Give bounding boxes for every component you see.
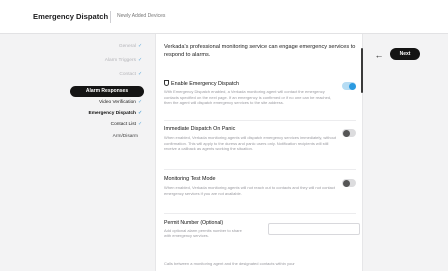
- top-bar: Emergency Dispatch Newly Added Devices: [0, 0, 448, 34]
- back-arrow-icon[interactable]: ←: [372, 48, 386, 62]
- sidebar-item-contact[interactable]: Contact ✓: [119, 72, 142, 77]
- test-mode-toggle[interactable]: [342, 179, 356, 187]
- intro-text: Verkada's professional monitoring servic…: [164, 44, 356, 58]
- sidebar-item-contact-list[interactable]: Contact List ✓: [111, 122, 142, 127]
- sidebar-item-alarm-triggers[interactable]: Alarm Triggers ✓: [105, 58, 142, 63]
- immediate-dispatch-description: When enabled, Verkada monitoring agents …: [164, 135, 337, 152]
- emergency-dispatch-panel: Verkada's professional monitoring servic…: [155, 34, 363, 271]
- enable-dispatch-description: With Emergency Dispatch enabled, a Verka…: [164, 89, 332, 106]
- sidebar-item-alarm-responses[interactable]: Alarm Responses: [70, 86, 144, 97]
- shield-icon: [164, 80, 169, 86]
- enable-dispatch-toggle[interactable]: [342, 82, 356, 90]
- next-button[interactable]: Next: [390, 48, 420, 60]
- check-icon: ✓: [137, 100, 142, 105]
- enable-dispatch-title: Enable Emergency Dispatch: [164, 80, 239, 87]
- immediate-dispatch-title: Immediate Dispatch On Panic: [164, 126, 236, 132]
- test-mode-title: Monitoring Test Mode: [164, 176, 216, 182]
- check-icon: ✓: [137, 111, 142, 116]
- sidebar-item-arm-disarm[interactable]: Arm/Disarm: [113, 134, 138, 139]
- toggle-knob: [348, 82, 356, 90]
- toggle-knob: [342, 179, 350, 187]
- page-subtitle: Newly Added Devices: [117, 13, 166, 19]
- section-divider: [164, 169, 356, 170]
- section-divider: [164, 213, 356, 214]
- check-icon: ✓: [137, 44, 142, 49]
- immediate-dispatch-toggle[interactable]: [342, 129, 356, 137]
- page-title: Emergency Dispatch: [33, 12, 109, 21]
- permit-number-label: Permit Number (Optional): [164, 220, 224, 226]
- permit-number-input[interactable]: [268, 223, 360, 235]
- section-divider: [164, 120, 356, 121]
- sidebar-item-general[interactable]: General ✓: [119, 44, 142, 49]
- panel-scrollbar[interactable]: [361, 48, 363, 93]
- toggle-knob: [342, 129, 350, 137]
- title-divider: [110, 11, 111, 23]
- check-icon: ✓: [137, 72, 142, 77]
- check-icon: ✓: [137, 58, 142, 63]
- check-icon: ✓: [137, 122, 142, 127]
- footer-text: Calls between a monitoring agent and the…: [164, 261, 295, 266]
- setup-steps-sidebar: General ✓ Alarm Triggers ✓ Contact ✓ Alarm …: [0, 34, 148, 271]
- test-mode-description: When enabled, Verkada monitoring agents …: [164, 185, 335, 196]
- permit-number-hint: Add optional alarm permits number to sha…: [164, 228, 242, 239]
- sidebar-item-video-verification[interactable]: Video Verification ✓: [99, 100, 142, 105]
- sidebar-item-emergency-dispatch[interactable]: Emergency Dispatch ✓: [89, 111, 143, 116]
